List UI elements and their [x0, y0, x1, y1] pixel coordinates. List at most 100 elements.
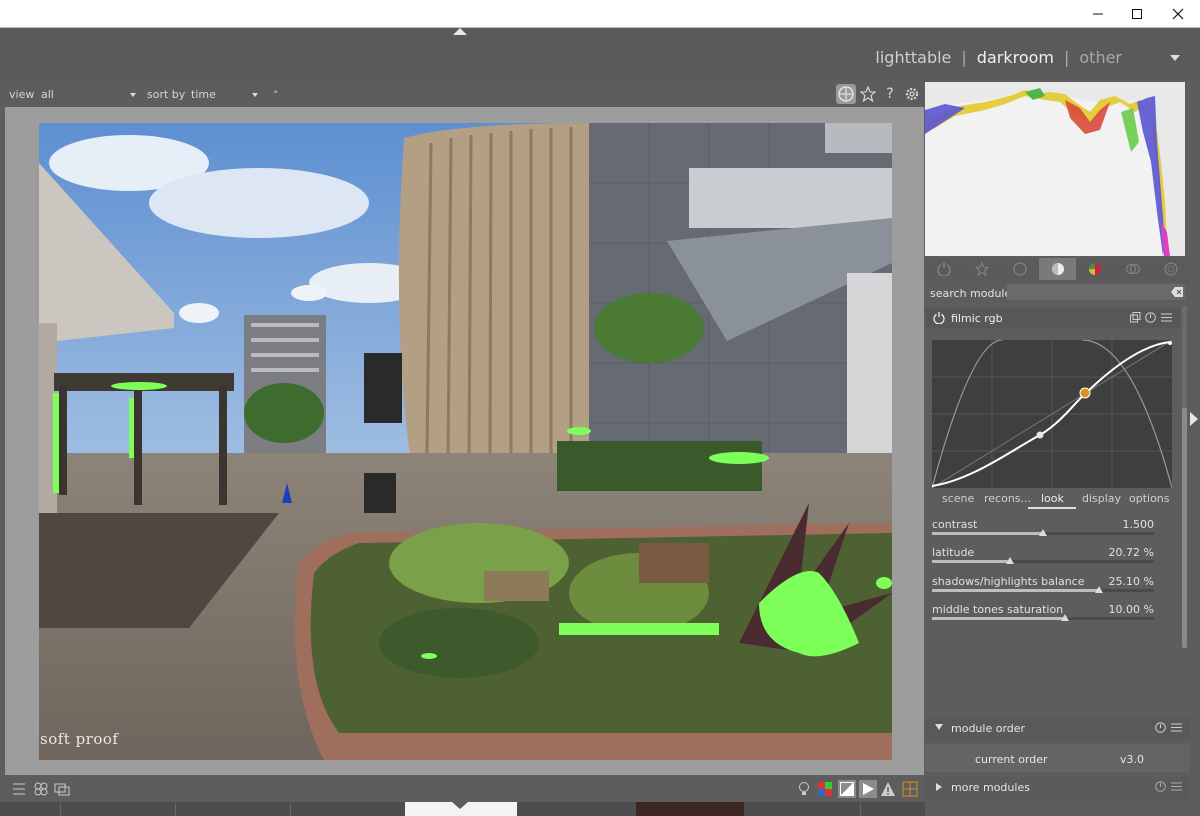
- view-lighttable[interactable]: lighttable: [875, 48, 951, 67]
- minimize-button[interactable]: [1078, 0, 1118, 27]
- sort-order-toggle[interactable]: ˄: [273, 89, 279, 102]
- focus-peaking-button[interactable]: [836, 84, 856, 104]
- sort-by-label: sort by: [147, 88, 186, 101]
- presets-button[interactable]: [1171, 781, 1182, 795]
- slider-track[interactable]: [932, 614, 1154, 621]
- star-icon: [860, 86, 876, 102]
- view-filter-select[interactable]: all: [41, 88, 54, 101]
- presets-button[interactable]: [1161, 312, 1172, 326]
- current-order-value: v3.0: [1120, 753, 1145, 766]
- tab-scene[interactable]: scene: [942, 492, 974, 505]
- close-button[interactable]: [1158, 0, 1198, 27]
- tab-display[interactable]: display: [1082, 492, 1121, 505]
- tab-options[interactable]: options: [1129, 492, 1170, 505]
- circle-icon: [1013, 262, 1027, 276]
- slider-fill: [932, 532, 1043, 535]
- slider-track[interactable]: [932, 557, 1154, 564]
- slider-contrast[interactable]: contrast 1.500: [932, 518, 1154, 546]
- chevron-down-icon[interactable]: [935, 724, 943, 730]
- guides-button[interactable]: [902, 781, 918, 801]
- reset-button[interactable]: [1145, 312, 1156, 326]
- hamburger-icon: [1171, 723, 1182, 732]
- bottom-panel-toggle-arrow[interactable]: [452, 802, 468, 809]
- filmstrip-divider: [860, 803, 861, 816]
- module-header-more-modules[interactable]: more modules: [925, 777, 1190, 799]
- iso12646-button[interactable]: [796, 781, 812, 801]
- group-base-button[interactable]: [1001, 258, 1039, 280]
- slider-label: latitude: [932, 546, 975, 559]
- clear-search-button[interactable]: [1171, 287, 1183, 300]
- slider-marker[interactable]: [1005, 557, 1014, 564]
- tab-look[interactable]: look: [1041, 492, 1064, 505]
- module-order-title: module order: [951, 722, 1026, 735]
- group-favorites-button[interactable]: [963, 258, 1001, 280]
- bottom-toolbar: [0, 778, 925, 800]
- help-icon: ?: [886, 86, 894, 102]
- color-icon: [1089, 263, 1102, 275]
- top-panel-toggle-arrow[interactable]: [453, 28, 467, 35]
- view-darkroom[interactable]: darkroom: [977, 48, 1054, 67]
- group-color-button[interactable]: [1076, 258, 1114, 280]
- softproof-button[interactable]: [859, 780, 877, 798]
- styles-icon: [34, 782, 48, 796]
- group-active-button[interactable]: [925, 258, 963, 280]
- group-effect-button[interactable]: [1152, 258, 1190, 280]
- slider-track[interactable]: [932, 529, 1154, 536]
- maximize-button[interactable]: [1117, 0, 1157, 27]
- group-tone-button[interactable]: [1038, 258, 1077, 280]
- search-module-input[interactable]: [1007, 284, 1185, 300]
- help-button[interactable]: ?: [880, 84, 900, 104]
- tab-reconstruct[interactable]: recons...: [984, 492, 1031, 505]
- view-separator: |: [1063, 48, 1070, 67]
- photo-preview[interactable]: [39, 123, 892, 760]
- reset-icon: [1155, 722, 1166, 733]
- star-button[interactable]: [858, 84, 878, 104]
- reset-icon: [1145, 312, 1156, 323]
- module-name: filmic rgb: [951, 312, 1003, 325]
- group-correct-button[interactable]: [1114, 258, 1152, 280]
- reset-button[interactable]: [1155, 781, 1166, 795]
- slider-label: contrast: [932, 518, 978, 531]
- styles-button[interactable]: [33, 781, 49, 801]
- second-window-button[interactable]: [54, 781, 70, 801]
- view-toolbar: ?: [836, 82, 922, 106]
- sort-by-select[interactable]: time: [191, 88, 216, 101]
- preferences-button[interactable]: [902, 84, 922, 104]
- slider-marker[interactable]: [1039, 529, 1047, 536]
- module-enable-toggle[interactable]: [933, 312, 945, 327]
- slider-marker[interactable]: [1094, 586, 1103, 593]
- slider-latitude[interactable]: latitude 20.72 %: [932, 546, 1154, 574]
- slider-fill: [932, 560, 1010, 563]
- quick-access-button[interactable]: [12, 781, 26, 801]
- chevron-down-icon[interactable]: [130, 93, 136, 97]
- filmic-curve-graph[interactable]: [931, 339, 1173, 489]
- module-header-module-order[interactable]: module order: [925, 718, 1190, 740]
- clipping-indication-button[interactable]: [838, 780, 856, 798]
- raw-overexposed-button[interactable]: [817, 781, 833, 801]
- image-canvas[interactable]: [5, 107, 924, 775]
- hamburger-icon: [1161, 313, 1172, 322]
- scrollbar-thumb[interactable]: [1182, 408, 1187, 648]
- clipping-icon: [840, 782, 854, 796]
- histogram[interactable]: [925, 82, 1185, 256]
- presets-button[interactable]: [1171, 722, 1182, 736]
- slider-shadows-highlights-balance[interactable]: shadows/highlights balance 25.10 %: [932, 575, 1154, 603]
- chevron-right-icon[interactable]: [936, 783, 942, 791]
- filmstrip-thumbnail[interactable]: [636, 802, 744, 816]
- module-header-filmic[interactable]: filmic rgb: [925, 308, 1180, 328]
- filmic-tabs: scene recons... look display options: [932, 490, 1172, 508]
- guides-icon: [902, 781, 918, 797]
- module-order-row: current order v3.0: [925, 744, 1190, 772]
- gamut-check-button[interactable]: [880, 781, 896, 801]
- view-other[interactable]: other: [1079, 48, 1122, 67]
- slider-value: 20.72 %: [1108, 546, 1154, 559]
- histogram-graph: [925, 88, 1170, 256]
- slider-track[interactable]: [932, 586, 1154, 593]
- multi-instance-button[interactable]: [1130, 312, 1141, 326]
- chevron-down-icon[interactable]: [1170, 54, 1180, 61]
- chevron-down-icon[interactable]: [252, 93, 258, 97]
- right-panel-toggle-arrow[interactable]: [1190, 412, 1198, 426]
- slider-middle-tones-saturation[interactable]: middle tones saturation 10.00 %: [932, 603, 1154, 631]
- slider-marker[interactable]: [1061, 614, 1070, 621]
- reset-button[interactable]: [1155, 722, 1166, 736]
